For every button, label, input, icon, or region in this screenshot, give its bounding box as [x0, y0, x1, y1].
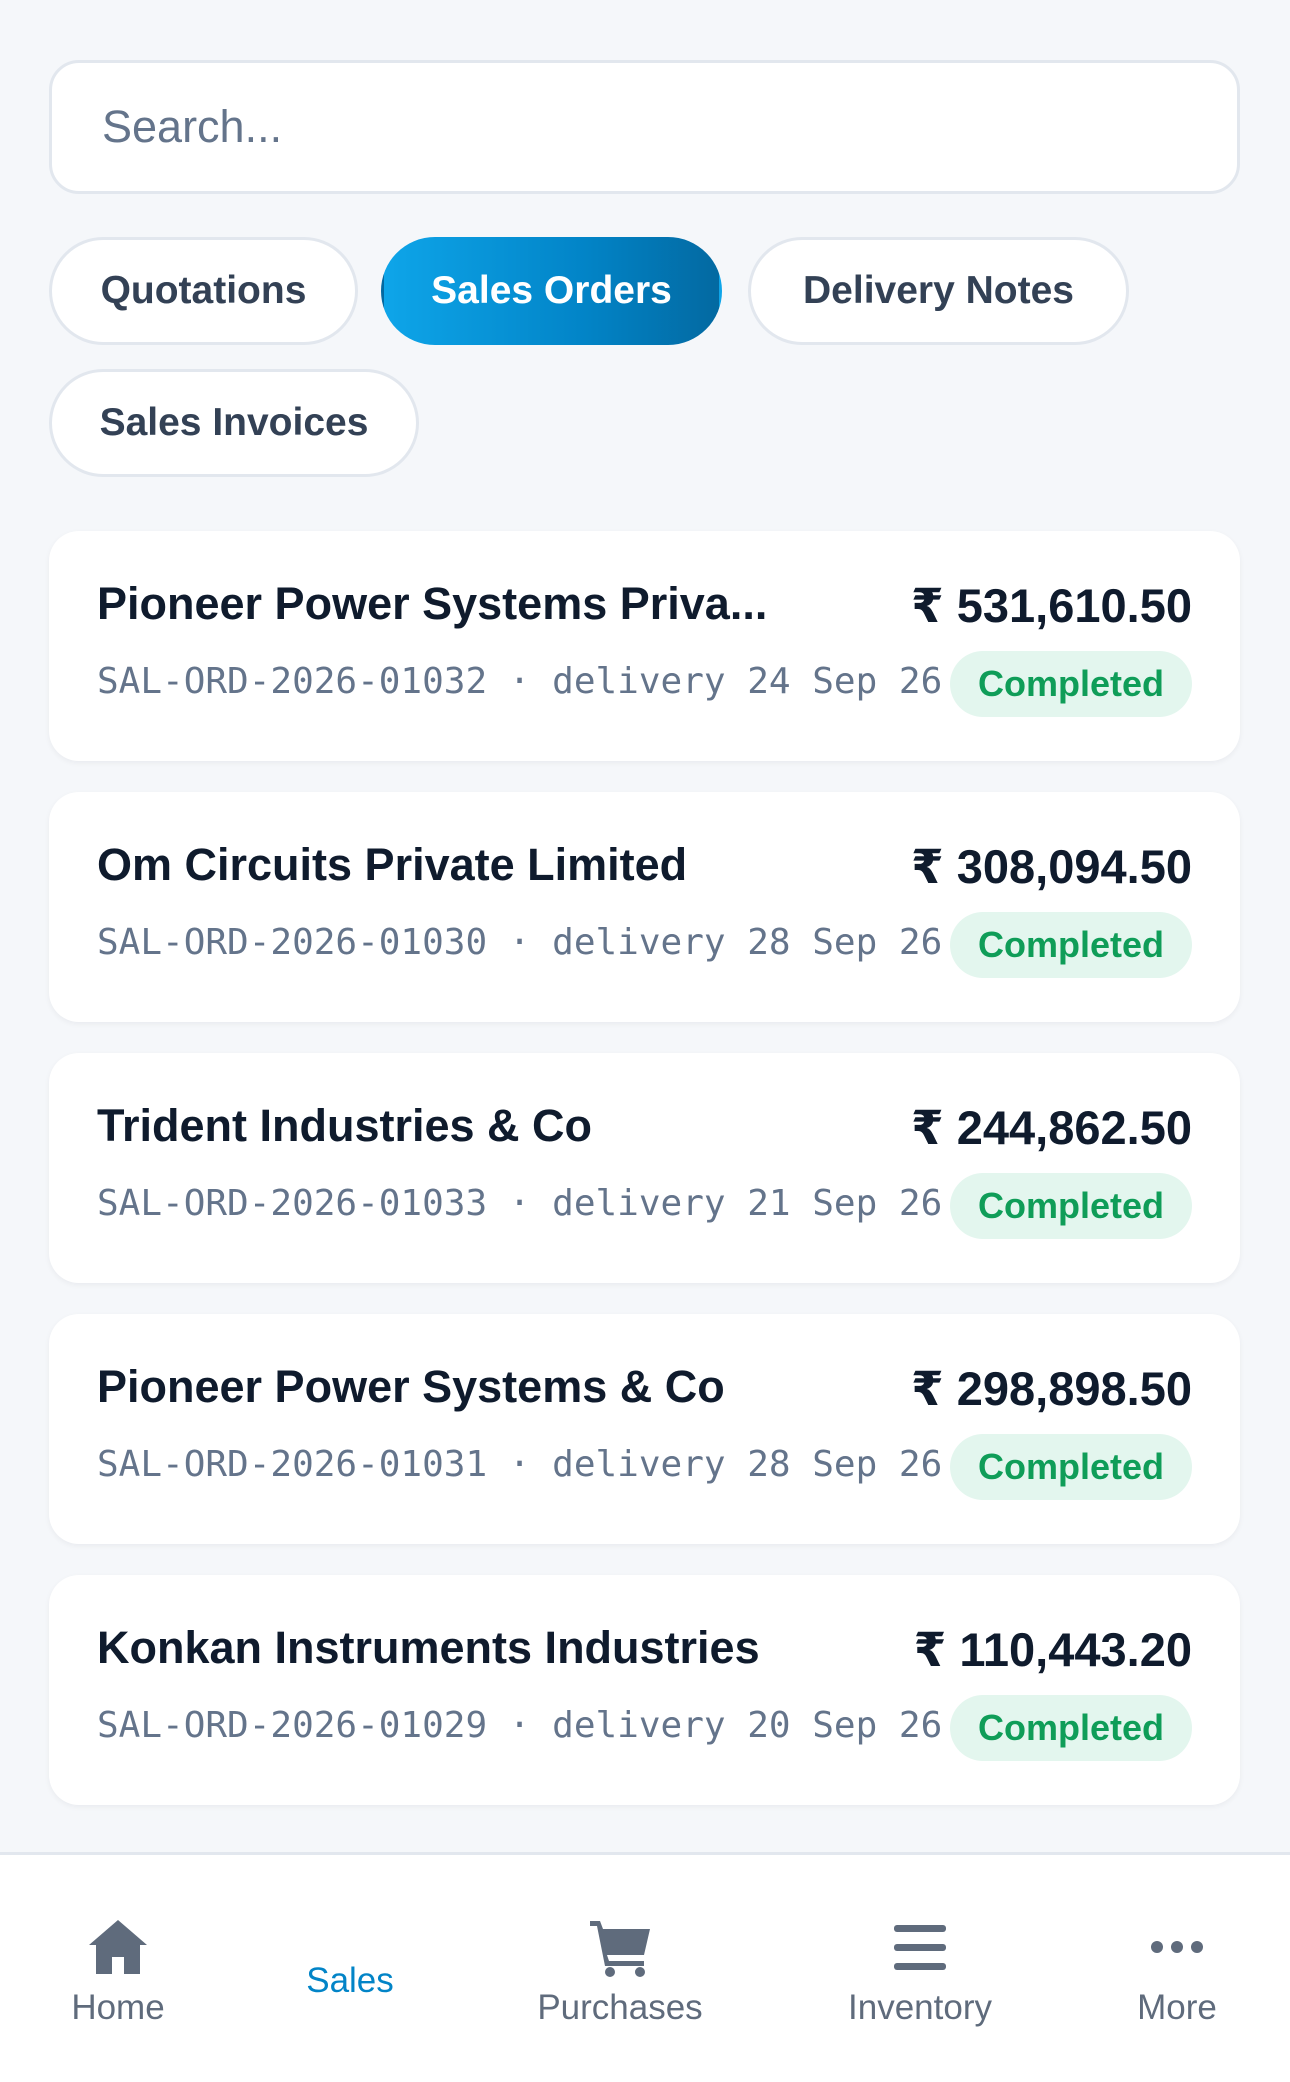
- order-meta: SAL-ORD-2026-01033 · delivery 21 Sep 26: [97, 1183, 943, 1224]
- order-meta: SAL-ORD-2026-01031 · delivery 28 Sep 26: [97, 1444, 943, 1485]
- order-card[interactable]: Trident Industries & Co ₹ 244,862.50 SAL…: [49, 1053, 1240, 1283]
- home-icon: [89, 1920, 147, 1974]
- nav-more[interactable]: More: [1057, 1855, 1290, 2082]
- order-amount: ₹ 298,898.50: [911, 1362, 1192, 1415]
- nav-home-label: Home: [71, 1988, 165, 2027]
- tab-delivery-notes[interactable]: Delivery Notes: [748, 237, 1129, 345]
- menu-icon: [894, 1925, 946, 1970]
- customer-name: Pioneer Power Systems Priva...: [97, 578, 768, 629]
- nav-purchases[interactable]: Purchases: [500, 1855, 740, 2082]
- search-field[interactable]: [49, 60, 1240, 194]
- status-badge: Completed: [950, 912, 1192, 978]
- cart-icon: [590, 1921, 650, 1977]
- nav-inventory[interactable]: Inventory: [800, 1855, 1040, 2082]
- status-badge: Completed: [950, 651, 1192, 717]
- tab-quotations[interactable]: Quotations: [49, 237, 358, 345]
- order-amount: ₹ 531,610.50: [911, 579, 1192, 632]
- order-card[interactable]: Konkan Instruments Industries ₹ 110,443.…: [49, 1575, 1240, 1805]
- customer-name: Trident Industries & Co: [97, 1100, 593, 1151]
- search-input[interactable]: [102, 101, 1187, 153]
- nav-sales[interactable]: Sales: [230, 1855, 470, 2082]
- tab-sales-orders[interactable]: Sales Orders: [381, 237, 722, 345]
- order-amount: ₹ 244,862.50: [911, 1101, 1192, 1154]
- order-amount: ₹ 110,443.20: [913, 1623, 1192, 1676]
- customer-name: Konkan Instruments Industries: [97, 1622, 760, 1673]
- status-badge: Completed: [950, 1695, 1192, 1761]
- order-meta: SAL-ORD-2026-01029 · delivery 20 Sep 26: [97, 1705, 943, 1746]
- tab-sales-invoices[interactable]: Sales Invoices: [49, 369, 419, 477]
- nav-purchases-label: Purchases: [537, 1988, 703, 2027]
- customer-name: Pioneer Power Systems & Co: [97, 1361, 725, 1412]
- nav-sales-label: Sales: [306, 1961, 394, 2000]
- nav-home[interactable]: Home: [0, 1855, 238, 2082]
- more-icon: [1151, 1941, 1203, 1953]
- nav-inventory-label: Inventory: [848, 1988, 992, 2027]
- nav-more-label: More: [1137, 1988, 1217, 2027]
- customer-name: Om Circuits Private Limited: [97, 839, 688, 890]
- order-card[interactable]: Om Circuits Private Limited ₹ 308,094.50…: [49, 792, 1240, 1022]
- status-badge: Completed: [950, 1173, 1192, 1239]
- status-badge: Completed: [950, 1434, 1192, 1500]
- order-card[interactable]: Pioneer Power Systems & Co ₹ 298,898.50 …: [49, 1314, 1240, 1544]
- order-meta: SAL-ORD-2026-01030 · delivery 28 Sep 26: [97, 922, 943, 963]
- order-card[interactable]: Pioneer Power Systems Priva... ₹ 531,610…: [49, 531, 1240, 761]
- bottom-navigation: Home Sales Purchases Inventory More: [0, 1852, 1290, 2082]
- order-meta: SAL-ORD-2026-01032 · delivery 24 Sep 26: [97, 661, 943, 702]
- order-amount: ₹ 308,094.50: [911, 840, 1192, 893]
